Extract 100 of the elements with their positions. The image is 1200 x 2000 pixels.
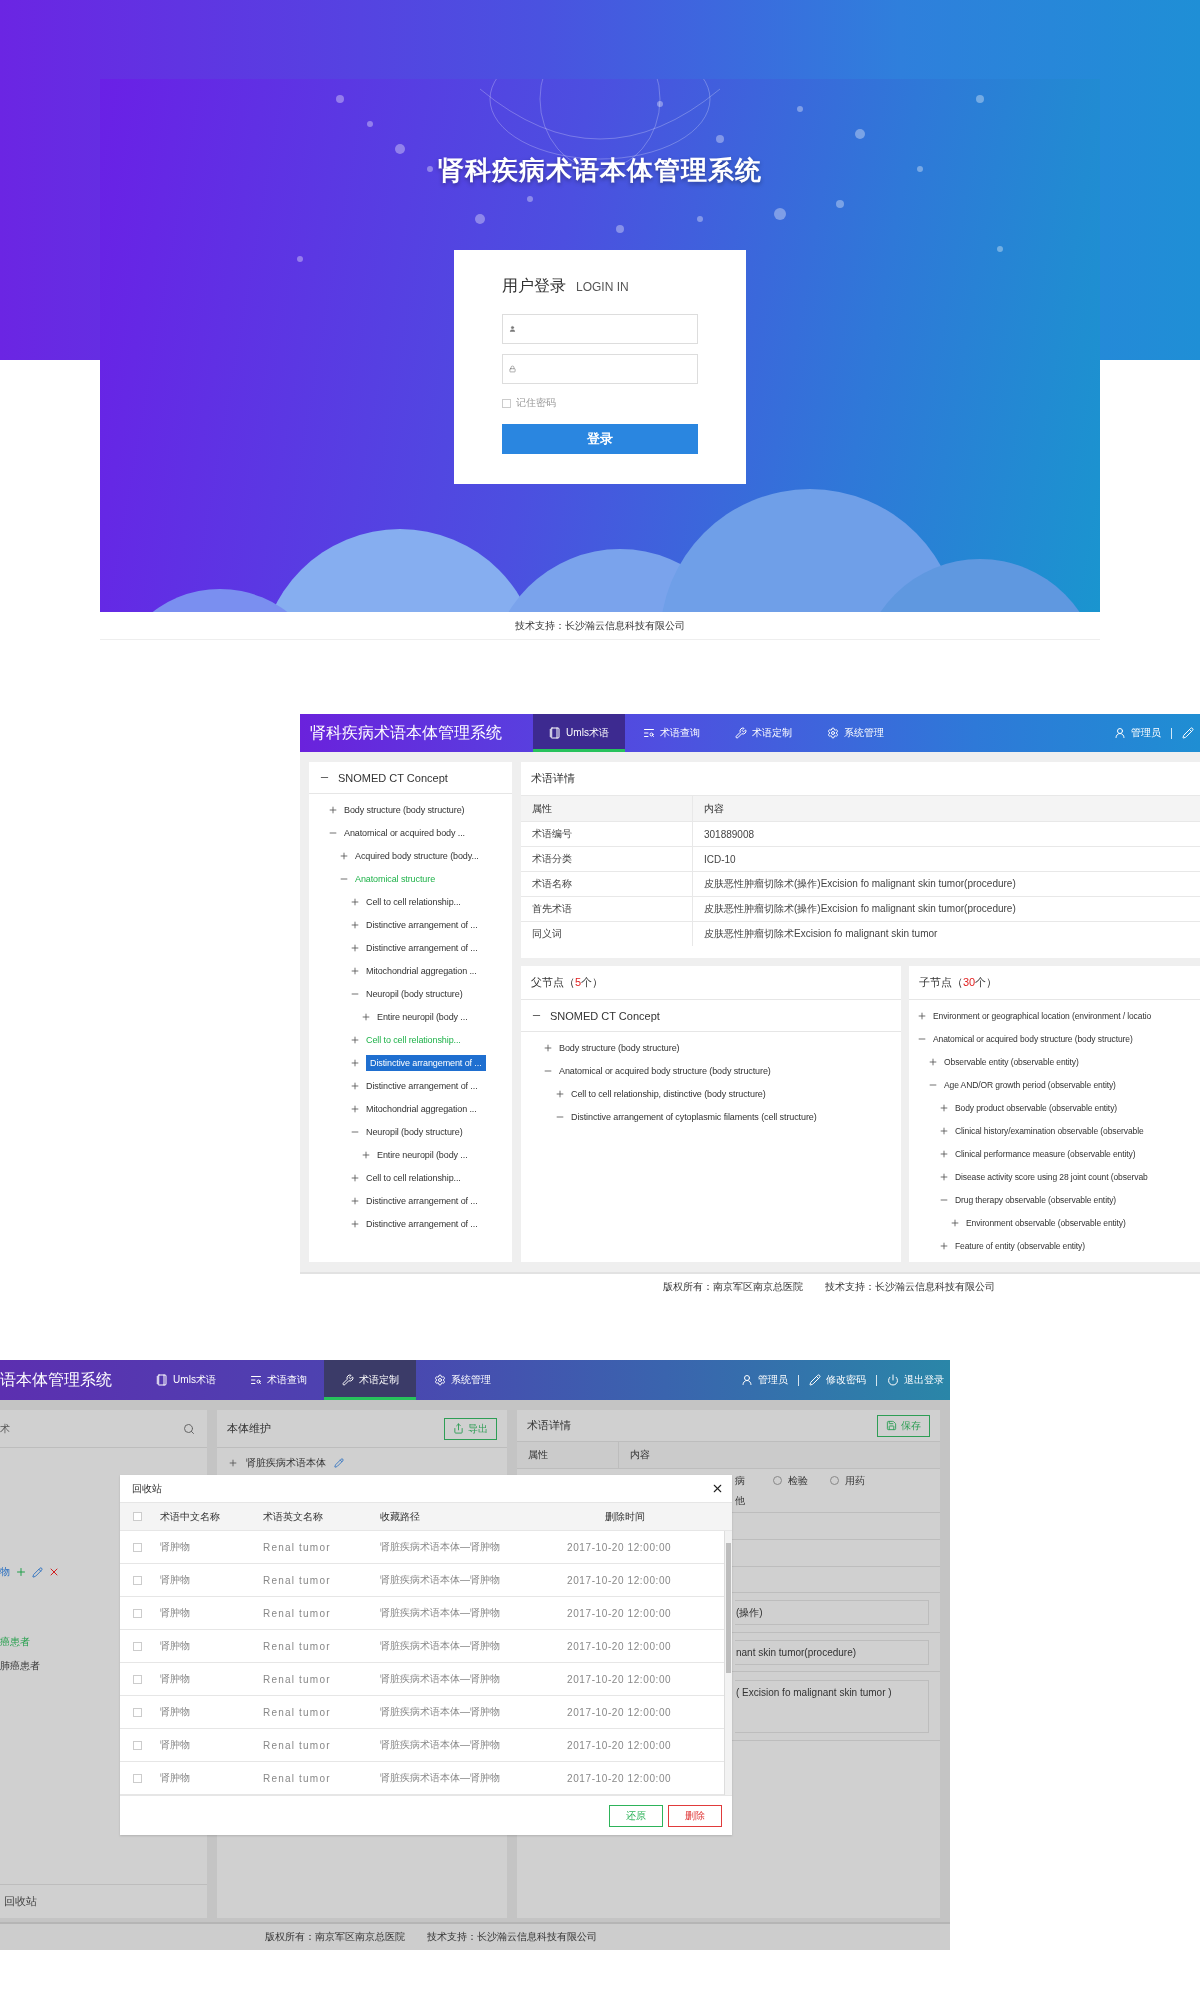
- nav-tab[interactable]: 术语定制: [717, 714, 809, 752]
- password-field[interactable]: [502, 354, 698, 384]
- checkbox[interactable]: [133, 1674, 142, 1684]
- checkbox[interactable]: [133, 1608, 142, 1618]
- tree-item[interactable]: 肺癌患者: [0, 1659, 40, 1673]
- tree-root[interactable]: SNOMED CT Concept: [338, 771, 448, 784]
- tree-item[interactable]: Distinctive arrangement of ...: [366, 1080, 478, 1091]
- plus-icon[interactable]: [361, 1011, 371, 1022]
- tree-item[interactable]: 物: [0, 1565, 10, 1579]
- nav-tab[interactable]: Umls术语: [140, 1360, 232, 1400]
- plus-icon[interactable]: [928, 1056, 938, 1067]
- checkbox[interactable]: [502, 398, 511, 408]
- tree-root[interactable]: SNOMED CT Concept: [550, 1009, 660, 1022]
- plus-icon[interactable]: [350, 1172, 360, 1183]
- username-field[interactable]: [502, 314, 698, 344]
- tree-item[interactable]: Acquired body structure (body...: [355, 850, 479, 861]
- tree-item[interactable]: Anatomical or acquired body structure (body structure): [559, 1065, 771, 1076]
- recycle-bin-link[interactable]: 回收站: [4, 1894, 37, 1909]
- tree-item[interactable]: Cell to cell relationship, distinctive (body structure): [571, 1088, 766, 1099]
- checkbox[interactable]: [133, 1740, 142, 1750]
- tree-item[interactable]: Distinctive arrangement of ...: [366, 942, 478, 953]
- scrollbar[interactable]: [724, 1531, 732, 1795]
- plus-icon[interactable]: [350, 1218, 360, 1229]
- plus-icon[interactable]: [939, 1171, 949, 1182]
- plus-icon[interactable]: [350, 1195, 360, 1206]
- plus-icon[interactable]: [555, 1088, 565, 1099]
- nav-tab[interactable]: 术语查询: [625, 714, 717, 752]
- plus-icon[interactable]: [15, 1566, 27, 1578]
- checkbox[interactable]: [133, 1512, 142, 1521]
- nav-tab[interactable]: 系统管理: [809, 714, 901, 752]
- delete-button[interactable]: 删除: [668, 1804, 722, 1827]
- checkbox[interactable]: [133, 1542, 142, 1552]
- pencil-icon[interactable]: [32, 1566, 43, 1578]
- search-field[interactable]: 术: [0, 1423, 183, 1434]
- tree-item[interactable]: Age AND/OR growth period (observable entity): [944, 1079, 1116, 1090]
- plus-icon[interactable]: [350, 1034, 360, 1045]
- plus-icon[interactable]: [350, 965, 360, 976]
- plus-icon[interactable]: [350, 942, 360, 953]
- checkbox[interactable]: [133, 1575, 142, 1585]
- tree-item[interactable]: Distinctive arrangement of ...: [366, 1195, 478, 1206]
- tree-item[interactable]: Disease activity score using 28 joint count (observab: [955, 1171, 1148, 1182]
- tree-item[interactable]: Cell to cell relationship...: [366, 896, 461, 907]
- plus-icon[interactable]: [328, 804, 338, 815]
- radio-option[interactable]: 用药: [830, 1473, 865, 1488]
- tree-item[interactable]: Entire neuropil (body ...: [377, 1149, 468, 1160]
- tree-item[interactable]: Body structure (body structure): [344, 804, 465, 815]
- checkbox[interactable]: [133, 1707, 142, 1717]
- plus-icon[interactable]: [350, 1057, 360, 1068]
- tree-item[interactable]: Distinctive arrangement of ...: [366, 1218, 478, 1229]
- plus-icon[interactable]: [350, 1103, 360, 1114]
- plus-icon[interactable]: [939, 1125, 949, 1136]
- checkbox[interactable]: [133, 1641, 142, 1651]
- tree-item[interactable]: Entire neuropil (body ...: [377, 1011, 468, 1022]
- plus-icon[interactable]: [339, 850, 349, 861]
- login-button[interactable]: 登录: [502, 424, 698, 454]
- close-button[interactable]: [711, 1482, 724, 1495]
- plus-icon[interactable]: [939, 1240, 949, 1251]
- tree-item[interactable]: Body product observable (observable entity): [955, 1102, 1117, 1113]
- tree-item[interactable]: Neuropil (body structure): [366, 1126, 463, 1137]
- tree-item[interactable]: Distinctive arrangement of cytoplasmic filaments (cell structure): [571, 1111, 817, 1122]
- input-field[interactable]: nant skin tumor(procedure): [735, 1639, 929, 1665]
- text-area[interactable]: ( Excision fo malignant skin tumor ): [735, 1679, 929, 1733]
- plus-icon[interactable]: [350, 896, 360, 907]
- plus-icon[interactable]: [939, 1148, 949, 1159]
- plus-icon[interactable]: [228, 1458, 238, 1468]
- nav-tab[interactable]: 系统管理: [416, 1360, 508, 1400]
- tree-item[interactable]: Anatomical or acquired body structure (body structure): [933, 1033, 1133, 1044]
- tree-item[interactable]: Clinical history/examination observable (observable: [955, 1125, 1144, 1136]
- plus-icon[interactable]: [350, 919, 360, 930]
- radio-option[interactable]: 检验: [773, 1473, 808, 1488]
- nav-tab[interactable]: Umls术语: [533, 714, 625, 752]
- logout-link[interactable]: 退出登录: [887, 1373, 944, 1387]
- plus-icon[interactable]: [917, 1010, 927, 1021]
- tree-item[interactable]: Distinctive arrangement of ...: [366, 1054, 486, 1071]
- tree-item[interactable]: Feature of entity (observable entity): [955, 1240, 1085, 1251]
- tree-item[interactable]: Body structure (body structure): [559, 1042, 680, 1053]
- tree-item[interactable]: Neuropil (body structure): [366, 988, 463, 999]
- change-password-link[interactable]: 修改密码: [809, 1373, 866, 1387]
- plus-icon[interactable]: [350, 1080, 360, 1091]
- user-link[interactable]: 管理员: [741, 1373, 788, 1387]
- tree-item[interactable]: Distinctive arrangement of ...: [366, 919, 478, 930]
- tree-item[interactable]: Clinical performance measure (observable entity): [955, 1148, 1136, 1159]
- checkbox[interactable]: [133, 1773, 142, 1783]
- tree-item[interactable]: Mitochondrial aggregation ...: [366, 1103, 477, 1114]
- tree-item[interactable]: Drug therapy observable (observable entity): [955, 1194, 1117, 1205]
- tree-item[interactable]: Observable entity (observable entity): [944, 1056, 1079, 1067]
- tree-item[interactable]: Cell to cell relationship...: [366, 1172, 461, 1183]
- nav-tab[interactable]: 术语查询: [232, 1360, 324, 1400]
- tree-item[interactable]: Mitochondrial aggregation ...: [366, 965, 477, 976]
- tree-item[interactable]: 肾脏疾病术语本体: [246, 1456, 326, 1470]
- nav-tab[interactable]: 术语定制: [324, 1360, 416, 1400]
- plus-icon[interactable]: [950, 1217, 960, 1228]
- user-link[interactable]: 管理员: [1114, 726, 1161, 740]
- input-field[interactable]: (操作): [735, 1600, 929, 1625]
- pencil-icon[interactable]: [334, 1458, 344, 1468]
- plus-icon[interactable]: [543, 1042, 553, 1053]
- edit-button[interactable]: [1182, 727, 1194, 739]
- tree-item[interactable]: Environment or geographical location (environment / locatio: [933, 1010, 1152, 1021]
- plus-icon[interactable]: [361, 1149, 371, 1160]
- close-icon[interactable]: [48, 1566, 60, 1578]
